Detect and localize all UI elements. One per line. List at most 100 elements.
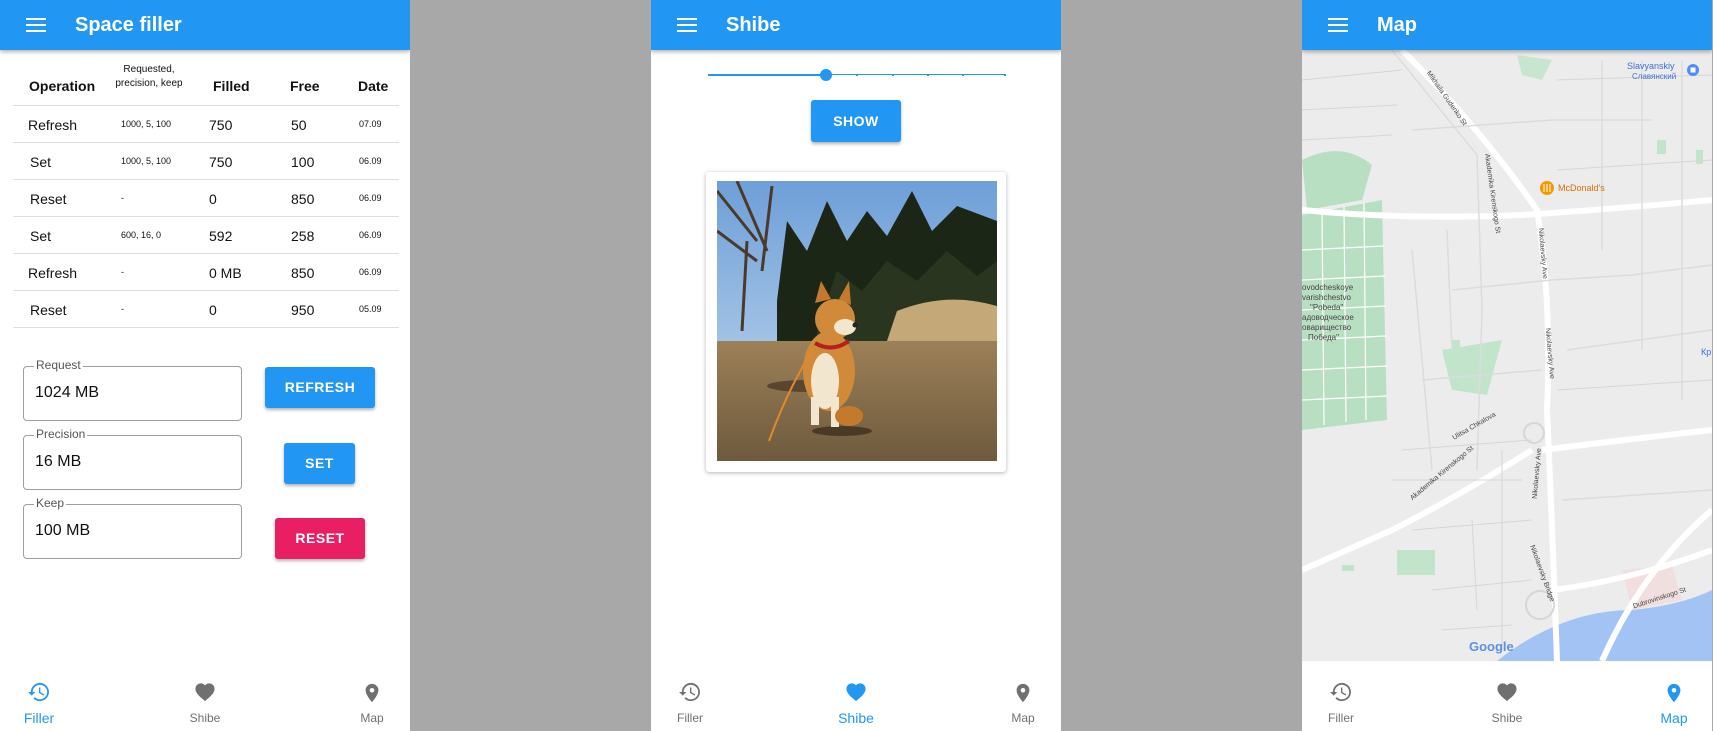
cell-operation: Refresh [28, 265, 78, 281]
bottom-navigation: Filler Shibe Map [651, 669, 1061, 731]
cell-requested: - [121, 193, 124, 203]
refresh-button[interactable]: REFRESH [265, 367, 375, 408]
nav-map-label: Map [360, 711, 384, 725]
menu-icon[interactable] [1328, 18, 1348, 32]
menu-icon[interactable] [677, 18, 697, 32]
cell-date: 05.09 [359, 304, 382, 314]
slider-tick [962, 74, 964, 76]
request-label: Request [34, 358, 83, 372]
shibe-photo [717, 181, 997, 461]
keep-field[interactable]: Keep [23, 496, 242, 559]
cell-requested: 1000, 5, 100 [121, 156, 172, 166]
cell-filled: 750 [209, 154, 233, 170]
heart-icon [195, 683, 215, 702]
map-view[interactable]: Slavyanskiy Славянский McDonald's Mikhai… [1302, 50, 1712, 661]
header-filled: Filled [213, 78, 250, 94]
map-label-edge: Кр [1701, 347, 1712, 357]
nav-filler[interactable]: Filler [651, 669, 730, 731]
slider-thumb[interactable] [820, 69, 832, 81]
slider-tick [856, 74, 858, 76]
location-pin-icon [1016, 683, 1030, 703]
heart-icon [1497, 683, 1517, 702]
slider-tick [1004, 74, 1006, 76]
slider-tick [892, 74, 894, 76]
nav-filler[interactable]: Filler [1302, 669, 1381, 731]
table-row: Reset - 0 850 06.09 [13, 180, 399, 217]
google-logo: Google [1469, 639, 1514, 654]
slider-inactive-track [828, 74, 1006, 75]
map-label-garden-1: ovodcheskoye [1302, 283, 1354, 292]
cell-requested: - [121, 267, 124, 277]
nav-filler-label: Filler [23, 710, 55, 726]
nav-map-label: Map [1660, 710, 1688, 726]
history-table: Operation Requested, precision, keep Fil… [13, 57, 399, 328]
cell-requested: 1000, 5, 100 [121, 119, 172, 129]
map-label-slavyanskiy: Slavyanskiy [1627, 61, 1675, 71]
map-label-garden-2: varishchestvo [1302, 293, 1351, 302]
store-pin-icon[interactable] [1687, 64, 1699, 76]
shibe-dog-image [717, 181, 997, 461]
slider-tick [796, 74, 798, 76]
cell-free: 850 [291, 265, 315, 281]
set-button[interactable]: SET [284, 443, 355, 484]
request-input[interactable] [35, 384, 225, 402]
table-row: Set 1000, 5, 100 750 100 06.09 [13, 143, 399, 180]
page-title: Space filler [75, 14, 182, 36]
app-bar: Space filler [0, 0, 410, 50]
nav-filler[interactable]: Filler [0, 669, 79, 731]
nav-map[interactable]: Map [1634, 669, 1712, 731]
nav-map[interactable]: Map [332, 669, 410, 731]
precision-label: Precision [34, 427, 88, 441]
cell-filled: 750 [209, 117, 233, 133]
cell-free: 258 [291, 228, 315, 244]
menu-icon[interactable] [26, 18, 46, 32]
cell-free: 850 [291, 191, 315, 207]
nav-shibe-label: Shibe [189, 711, 221, 725]
space-filler-screen: Space filler Operation Requested, precis… [0, 0, 410, 731]
map-label-garden-5: оварищество [1302, 323, 1352, 332]
reset-button[interactable]: RESET [275, 518, 365, 559]
nav-shibe[interactable]: Shibe [816, 669, 896, 731]
cell-date: 06.09 [359, 267, 382, 277]
nav-shibe[interactable]: Shibe [1467, 669, 1547, 731]
page-title: Shibe [726, 14, 781, 36]
mcdonalds-pin-icon[interactable] [1540, 181, 1554, 195]
cell-filled: 0 MB [209, 265, 242, 281]
map-label-mcdonalds: McDonald's [1558, 183, 1605, 193]
app-bar: Map [1302, 0, 1712, 50]
cell-free: 100 [291, 154, 315, 170]
table-row: Reset - 0 950 05.09 [13, 291, 399, 328]
map-label-garden-4: адоводческое [1302, 313, 1354, 322]
history-icon [28, 682, 49, 702]
map-label-garden-6: Победа" [1308, 333, 1339, 342]
nav-shibe[interactable]: Shibe [165, 669, 245, 731]
precision-input[interactable] [35, 453, 225, 471]
slider-tick [767, 74, 769, 76]
cell-free: 950 [291, 302, 315, 318]
nav-map-label: Map [1011, 711, 1035, 725]
keep-input[interactable] [35, 522, 225, 540]
header-free: Free [290, 78, 320, 94]
header-operation: Operation [29, 78, 96, 94]
cell-operation: Reset [30, 191, 67, 207]
table-header: Operation Requested, precision, keep Fil… [13, 57, 399, 106]
table-row: Refresh - 0 MB 850 06.09 [13, 254, 399, 291]
page-title: Map [1377, 14, 1417, 36]
cell-date: 06.09 [359, 156, 382, 166]
header-requested: Requested, precision, keep [115, 64, 183, 89]
nav-filler-label: Filler [1328, 711, 1354, 725]
nav-map[interactable]: Map [983, 669, 1061, 731]
nav-filler-label: Filler [677, 711, 703, 725]
request-field[interactable]: Request [23, 358, 242, 421]
cell-date: 06.09 [359, 230, 382, 240]
nav-shibe-label: Shibe [838, 710, 874, 726]
cell-filled: 0 [209, 302, 217, 318]
count-slider[interactable] [708, 64, 1006, 86]
history-icon [679, 682, 700, 702]
precision-field[interactable]: Precision [23, 427, 242, 490]
cell-filled: 592 [209, 228, 233, 244]
cell-operation: Set [30, 154, 52, 170]
map-label-slavyanskiy-ru: Славянский [1632, 72, 1677, 81]
location-pin-icon [1667, 683, 1681, 703]
show-button[interactable]: SHOW [811, 100, 901, 142]
